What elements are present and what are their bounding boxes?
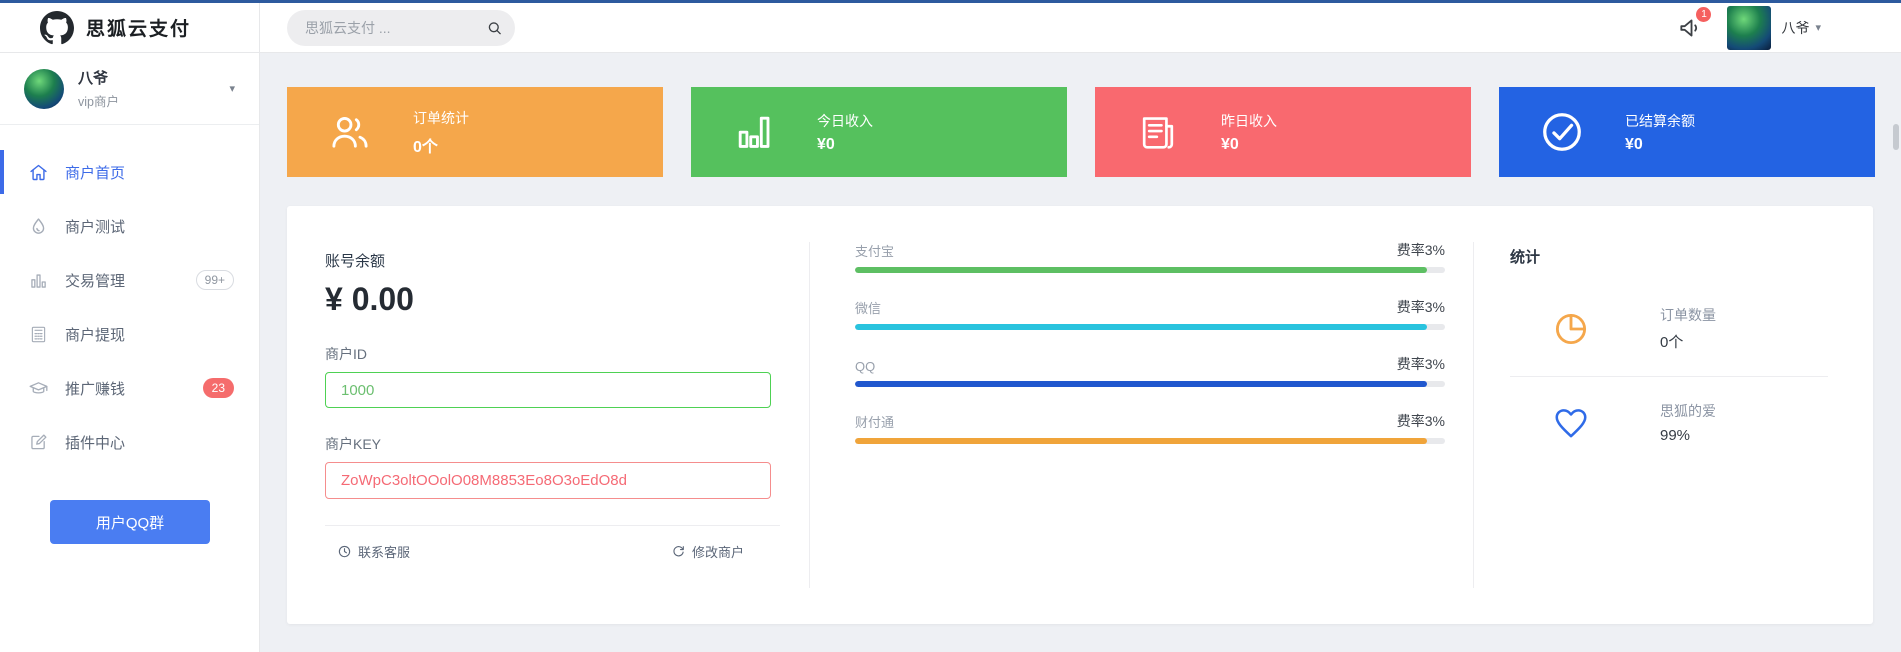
stat-card-title: 订单统计	[413, 109, 469, 126]
stats-item-label: 思狐的爱	[1660, 403, 1716, 419]
channel-rates-section: 支付宝 费率3% 微信 费率3% QQ 费率3% 财付通 费率3%	[810, 206, 1474, 624]
rate-row: QQ 费率3%	[855, 354, 1445, 387]
notification-megaphone-icon[interactable]: 1	[1677, 6, 1712, 41]
scrollbar-thumb[interactable]	[1893, 124, 1899, 150]
rate-percent-label: 费率3%	[1396, 242, 1445, 258]
sidebar-item-promote-earn[interactable]: 推广赚钱 23	[0, 361, 259, 415]
rate-channel-label: 微信	[855, 301, 882, 316]
avatar[interactable]	[1727, 5, 1772, 50]
merchant-id-label: 商户ID	[325, 346, 367, 362]
rate-percent-label: 费率3%	[1396, 413, 1445, 429]
stat-card-title: 昨日收入	[1221, 112, 1277, 129]
edit-icon	[28, 432, 49, 453]
header-username[interactable]: 八爷	[1781, 18, 1809, 38]
stat-card-title: 今日收入	[817, 112, 873, 129]
news-icon	[1135, 109, 1181, 155]
rate-percent-label: 费率3%	[1396, 356, 1445, 372]
heart-icon	[1552, 404, 1590, 442]
dashboard-panel: 账号余额 ¥ 0.00 商户ID 商户KEY 联系客服 修	[287, 206, 1873, 624]
balance-label: 账号余额	[325, 253, 386, 270]
refresh-icon	[671, 544, 686, 559]
account-section: 账号余额 ¥ 0.00 商户ID 商户KEY 联系客服 修	[287, 206, 810, 624]
sidebar: 八爷 vip商户 ▾ 商户首页 商户测试 交易管理 99+ 商户提现 推广赚钱 …	[0, 53, 260, 652]
sidebar-menu: 商户首页 商户测试 交易管理 99+ 商户提现 推广赚钱 23 插件中心	[0, 145, 259, 469]
stats-title: 统计	[1510, 249, 1541, 266]
contact-support-link[interactable]: 联系客服	[337, 542, 410, 561]
stat-card-settled-balance: 已结算余额 ¥0	[1499, 87, 1875, 177]
sidebar-item-merchant-withdraw[interactable]: 商户提现	[0, 307, 259, 361]
bars-icon	[731, 109, 777, 155]
sidebar-user-role: vip商户	[78, 95, 119, 109]
app-root: 思狐云支付 1 八爷 ▾ 八爷 vip商户 ▾	[0, 3, 1901, 652]
chevron-down-icon[interactable]: ▾	[229, 82, 235, 95]
sidebar-item-merchant-test[interactable]: 商户测试	[0, 199, 259, 253]
rate-progress-track	[855, 438, 1445, 444]
rate-channel-label: 财付通	[855, 415, 895, 430]
stat-card-today-income: 今日收入 ¥0	[691, 87, 1067, 177]
stats-section: 统计 订单数量 0个 思狐的爱 99%	[1474, 206, 1873, 624]
rate-row: 微信 费率3%	[855, 297, 1445, 330]
stat-card-value: ¥0	[817, 135, 835, 153]
brand-title: 思狐云支付	[86, 19, 192, 40]
merchant-id-field[interactable]	[325, 372, 771, 408]
stat-cards-row: 订单统计 0个 今日收入 ¥0 昨日收入 ¥0 已结算余额 ¥0	[287, 87, 1901, 177]
rate-channel-label: 支付宝	[855, 244, 895, 259]
stat-card-value: ¥0	[1221, 135, 1239, 153]
rate-row: 支付宝 费率3%	[855, 240, 1445, 273]
sidebar-user-menu[interactable]: 八爷 vip商户 ▾	[0, 53, 259, 125]
merchant-key-field[interactable]	[325, 462, 771, 499]
merchant-key-label: 商户KEY	[325, 436, 382, 452]
top-header: 思狐云支付 1 八爷 ▾	[0, 3, 1901, 53]
notification-badge: 1	[1696, 6, 1712, 22]
rate-progress-track	[855, 381, 1445, 387]
search-icon[interactable]	[486, 18, 503, 38]
stat-card-yesterday-income: 昨日收入 ¥0	[1095, 87, 1471, 177]
avatar	[24, 68, 64, 109]
rate-progress-track	[855, 324, 1445, 330]
rate-row: 财付通 费率3%	[855, 411, 1445, 444]
stat-card-orders: 订单统计 0个	[287, 87, 663, 177]
chevron-down-icon[interactable]: ▾	[1815, 21, 1821, 34]
stats-item-label: 订单数量	[1660, 307, 1716, 323]
rate-channel-label: QQ	[855, 359, 876, 374]
users-icon	[327, 109, 373, 155]
pie-chart-icon	[1552, 310, 1590, 348]
github-logo	[40, 10, 74, 45]
header-right-cluster: 1 八爷 ▾	[1677, 5, 1821, 50]
sidebar-item-merchant-home[interactable]: 商户首页	[0, 145, 259, 199]
modify-merchant-link[interactable]: 修改商户	[671, 542, 744, 561]
menu-badge: 99+	[195, 270, 234, 290]
rate-progress-fill	[855, 324, 1428, 330]
rate-progress-fill	[855, 438, 1428, 444]
cap-icon	[28, 378, 49, 399]
calc-icon	[28, 324, 49, 345]
rate-progress-fill	[855, 381, 1428, 387]
sidebar-user-name: 八爷	[78, 70, 109, 87]
brand: 思狐云支付	[0, 3, 260, 52]
rate-percent-label: 费率3%	[1396, 299, 1445, 315]
menu-badge: 23	[202, 378, 234, 398]
stat-card-value: ¥0	[1625, 135, 1643, 153]
chart-icon	[28, 270, 49, 291]
stat-card-value: 0个	[413, 138, 438, 156]
sidebar-item-trade-manage[interactable]: 交易管理 99+	[0, 253, 259, 307]
stat-card-title: 已结算余额	[1625, 112, 1695, 129]
stats-item-value: 99%	[1660, 427, 1691, 444]
stats-list-item: 思狐的爱 99%	[1510, 376, 1828, 468]
stats-item-value: 0个	[1660, 334, 1684, 351]
home-icon	[28, 162, 49, 183]
rate-progress-fill	[855, 267, 1428, 273]
search-bar[interactable]	[287, 9, 515, 46]
rate-progress-track	[855, 267, 1445, 273]
search-input[interactable]	[305, 19, 486, 36]
clock-icon	[337, 544, 352, 559]
stats-list-item: 订单数量 0个	[1510, 281, 1828, 376]
main-content: 订单统计 0个 今日收入 ¥0 昨日收入 ¥0 已结算余额 ¥0 账号余额 ¥ …	[260, 53, 1901, 652]
balance-value: ¥ 0.00	[325, 281, 414, 317]
sidebar-item-plugin-center[interactable]: 插件中心	[0, 415, 259, 469]
check-circle-icon	[1539, 109, 1585, 155]
user-qq-group-button[interactable]: 用户QQ群	[50, 500, 210, 544]
drop-icon	[28, 216, 49, 237]
